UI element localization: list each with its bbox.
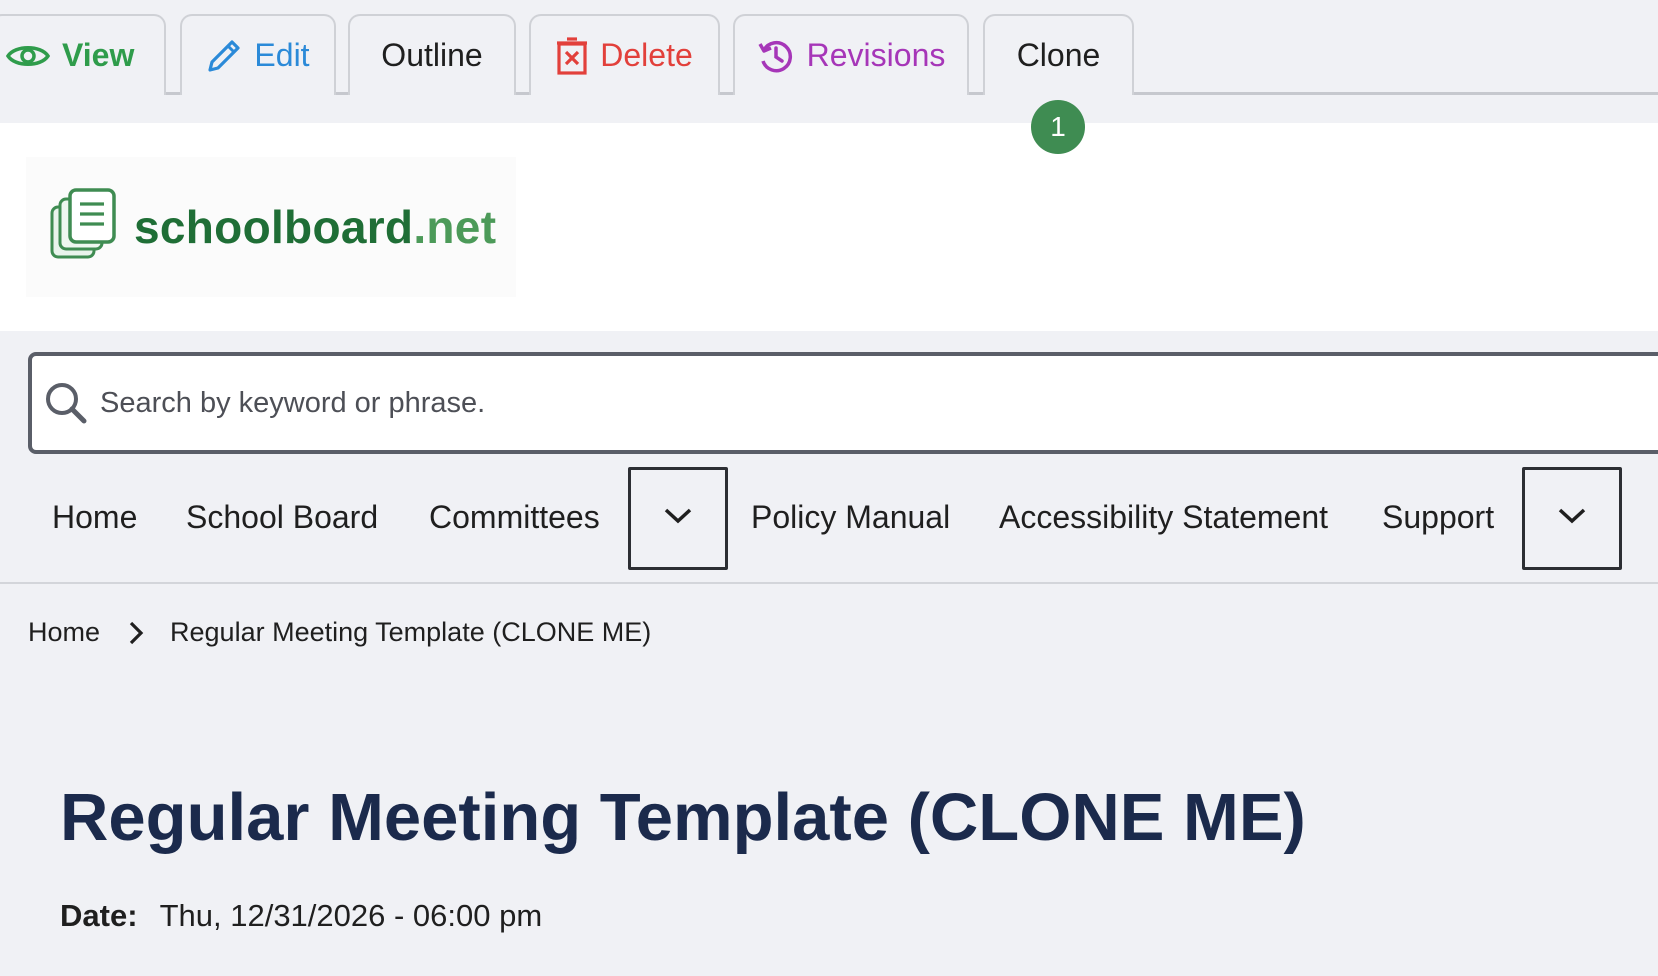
tab-edit-label: Edit xyxy=(254,37,310,73)
date-label: Date: xyxy=(60,898,138,933)
tab-clone-label: Clone xyxy=(1016,37,1101,73)
support-submenu-toggle[interactable] xyxy=(1522,467,1622,570)
chevron-down-icon xyxy=(663,507,693,530)
tab-delete[interactable]: Delete xyxy=(529,14,720,95)
chevron-down-icon xyxy=(1557,507,1587,530)
tab-outline[interactable]: Outline xyxy=(348,14,516,95)
tab-view[interactable]: View xyxy=(0,14,166,95)
search-input[interactable] xyxy=(100,386,1500,420)
nav-item-committees[interactable]: Committees xyxy=(429,499,600,536)
main-nav: Home School Board Committees Policy Manu… xyxy=(0,455,1658,584)
tab-clone[interactable]: Clone xyxy=(983,14,1134,95)
logo-text-main: schoolboard xyxy=(134,201,414,253)
committees-submenu-toggle[interactable] xyxy=(628,467,728,570)
nav-item-policy-manual[interactable]: Policy Manual xyxy=(751,499,950,536)
tab-edit[interactable]: Edit xyxy=(180,14,336,95)
documents-icon xyxy=(48,187,120,268)
eye-icon xyxy=(6,41,50,71)
site-header: schoolboard.net xyxy=(0,123,1658,331)
chevron-right-icon xyxy=(128,620,144,646)
meeting-date: Date: Thu, 12/31/2026 - 06:00 pm xyxy=(60,898,542,934)
tab-outline-label: Outline xyxy=(381,37,483,73)
search-bar xyxy=(28,352,1658,454)
nav-item-support[interactable]: Support xyxy=(1382,499,1494,536)
nav-item-accessibility-statement[interactable]: Accessibility Statement xyxy=(999,499,1328,536)
page-title: Regular Meeting Template (CLONE ME) xyxy=(60,780,1306,855)
tab-revisions-label: Revisions xyxy=(806,37,946,73)
history-icon xyxy=(757,37,795,75)
site-logo[interactable]: schoolboard.net xyxy=(26,157,516,297)
step-badge: 1 xyxy=(1031,100,1085,154)
logo-text-suffix: .net xyxy=(413,201,497,253)
nav-item-school-board[interactable]: School Board xyxy=(186,499,378,536)
local-tasks-tabs: View Edit Outline Delete Revisions Clone xyxy=(0,0,1658,95)
pencil-icon xyxy=(206,38,242,74)
search-icon xyxy=(44,381,88,425)
breadcrumb-current: Regular Meeting Template (CLONE ME) xyxy=(170,617,652,647)
date-value: Thu, 12/31/2026 - 06:00 pm xyxy=(159,898,543,933)
tab-delete-label: Delete xyxy=(600,37,693,73)
breadcrumb-home[interactable]: Home xyxy=(28,617,100,648)
tab-revisions[interactable]: Revisions xyxy=(733,14,969,95)
page: View Edit Outline Delete Revisions Clone… xyxy=(0,0,1658,976)
breadcrumb: Home Regular Meeting Template (CLONE ME) xyxy=(28,617,651,648)
logo-text: schoolboard.net xyxy=(134,200,496,254)
delete-icon xyxy=(556,36,588,75)
nav-item-home[interactable]: Home xyxy=(52,499,137,536)
tab-view-label: View xyxy=(62,37,135,73)
